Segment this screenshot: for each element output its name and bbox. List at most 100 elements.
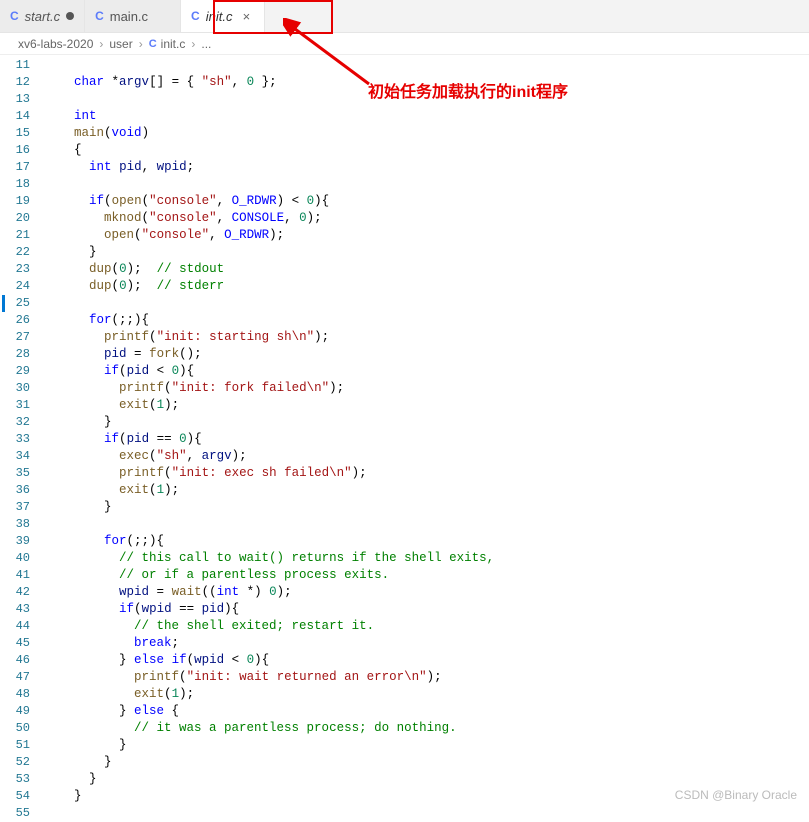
line-number: 39 [0,533,30,550]
chevron-right-icon: › [191,37,195,51]
line-number: 22 [0,244,30,261]
code-line: open("console", O_RDWR); [44,227,809,244]
code-line: int pid, wpid; [44,159,809,176]
tab-bar: Cstart.cCmain.cCinit.c× [0,0,809,33]
code-line: } [44,499,809,516]
line-number: 45 [0,635,30,652]
line-number: 53 [0,771,30,788]
line-number: 28 [0,346,30,363]
code-line: } [44,771,809,788]
code-line: wpid = wait((int *) 0); [44,584,809,601]
line-number: 32 [0,414,30,431]
line-number: 26 [0,312,30,329]
tab-start-c[interactable]: Cstart.c [0,0,85,32]
code-line: } [44,414,809,431]
line-number: 40 [0,550,30,567]
line-number: 12 [0,74,30,91]
code-line: for(;;){ [44,312,809,329]
code-line: { [44,142,809,159]
line-number: 29 [0,363,30,380]
code-line: if(pid < 0){ [44,363,809,380]
line-number: 15 [0,125,30,142]
code-line: main(void) [44,125,809,142]
line-number-gutter: 1112131415161718192021222324252627282930… [0,55,44,788]
code-line: // it was a parentless process; do nothi… [44,720,809,737]
tab-label: init.c [206,9,233,24]
line-number: 35 [0,465,30,482]
code-line: printf("init: fork failed\n"); [44,380,809,397]
code-line: break; [44,635,809,652]
c-file-icon: C [191,9,200,23]
line-number: 52 [0,754,30,771]
dirty-indicator-icon [66,12,74,20]
close-icon[interactable]: × [238,9,254,24]
line-number: 42 [0,584,30,601]
chevron-right-icon: › [99,37,103,51]
line-number: 16 [0,142,30,159]
line-number: 24 [0,278,30,295]
code-line: printf("init: wait returned an error\n")… [44,669,809,686]
line-number: 30 [0,380,30,397]
code-line: // or if a parentless process exits. [44,567,809,584]
line-number: 54 [0,788,30,805]
breadcrumb-part[interactable]: xv6-labs-2020 [18,37,93,51]
breadcrumb[interactable]: xv6-labs-2020›user›Cinit.c›... [0,33,809,55]
line-number: 47 [0,669,30,686]
line-number: 33 [0,431,30,448]
breadcrumb-part[interactable]: init.c [161,37,186,51]
line-number: 11 [0,57,30,74]
code-line [44,295,809,312]
line-number: 17 [0,159,30,176]
line-number: 18 [0,176,30,193]
code-line: exec("sh", argv); [44,448,809,465]
code-line: dup(0); // stderr [44,278,809,295]
code-line: } [44,244,809,261]
code-line [44,91,809,108]
line-number: 44 [0,618,30,635]
tab-init-c[interactable]: Cinit.c × [181,0,265,32]
code-line: mknod("console", CONSOLE, 0); [44,210,809,227]
line-number: 38 [0,516,30,533]
c-file-icon: C [10,9,19,23]
breadcrumb-part[interactable]: ... [201,37,211,51]
code-line: exit(1); [44,397,809,414]
code-line: dup(0); // stdout [44,261,809,278]
code-line: printf("init: exec sh failed\n"); [44,465,809,482]
line-number: 43 [0,601,30,618]
line-number: 31 [0,397,30,414]
line-number: 46 [0,652,30,669]
code-line: if(wpid == pid){ [44,601,809,618]
code-line: } [44,754,809,771]
line-number: 27 [0,329,30,346]
line-number: 23 [0,261,30,278]
tab-label: start.c [25,9,60,24]
modified-indicator [2,295,5,312]
line-number: 20 [0,210,30,227]
watermark: CSDN @Binary Oracle [675,788,797,802]
code-line [44,805,809,822]
breadcrumb-part[interactable]: user [109,37,132,51]
code-line: } [44,737,809,754]
code-line: int [44,108,809,125]
line-number: 34 [0,448,30,465]
chevron-right-icon: › [139,37,143,51]
code-content[interactable]: char *argv[] = { "sh", 0 }; int main(voi… [44,55,809,788]
code-line: printf("init: starting sh\n"); [44,329,809,346]
code-line [44,516,809,533]
code-line: } else if(wpid < 0){ [44,652,809,669]
line-number: 37 [0,499,30,516]
code-line: exit(1); [44,686,809,703]
code-line [44,57,809,74]
code-line: char *argv[] = { "sh", 0 }; [44,74,809,91]
editor-area: 1112131415161718192021222324252627282930… [0,55,809,788]
line-number: 19 [0,193,30,210]
code-line: // this call to wait() returns if the sh… [44,550,809,567]
code-line: exit(1); [44,482,809,499]
line-number: 49 [0,703,30,720]
tab-main-c[interactable]: Cmain.c [85,0,181,32]
tab-label: main.c [110,9,148,24]
line-number: 21 [0,227,30,244]
line-number: 50 [0,720,30,737]
code-line: if(open("console", O_RDWR) < 0){ [44,193,809,210]
code-line: } else { [44,703,809,720]
